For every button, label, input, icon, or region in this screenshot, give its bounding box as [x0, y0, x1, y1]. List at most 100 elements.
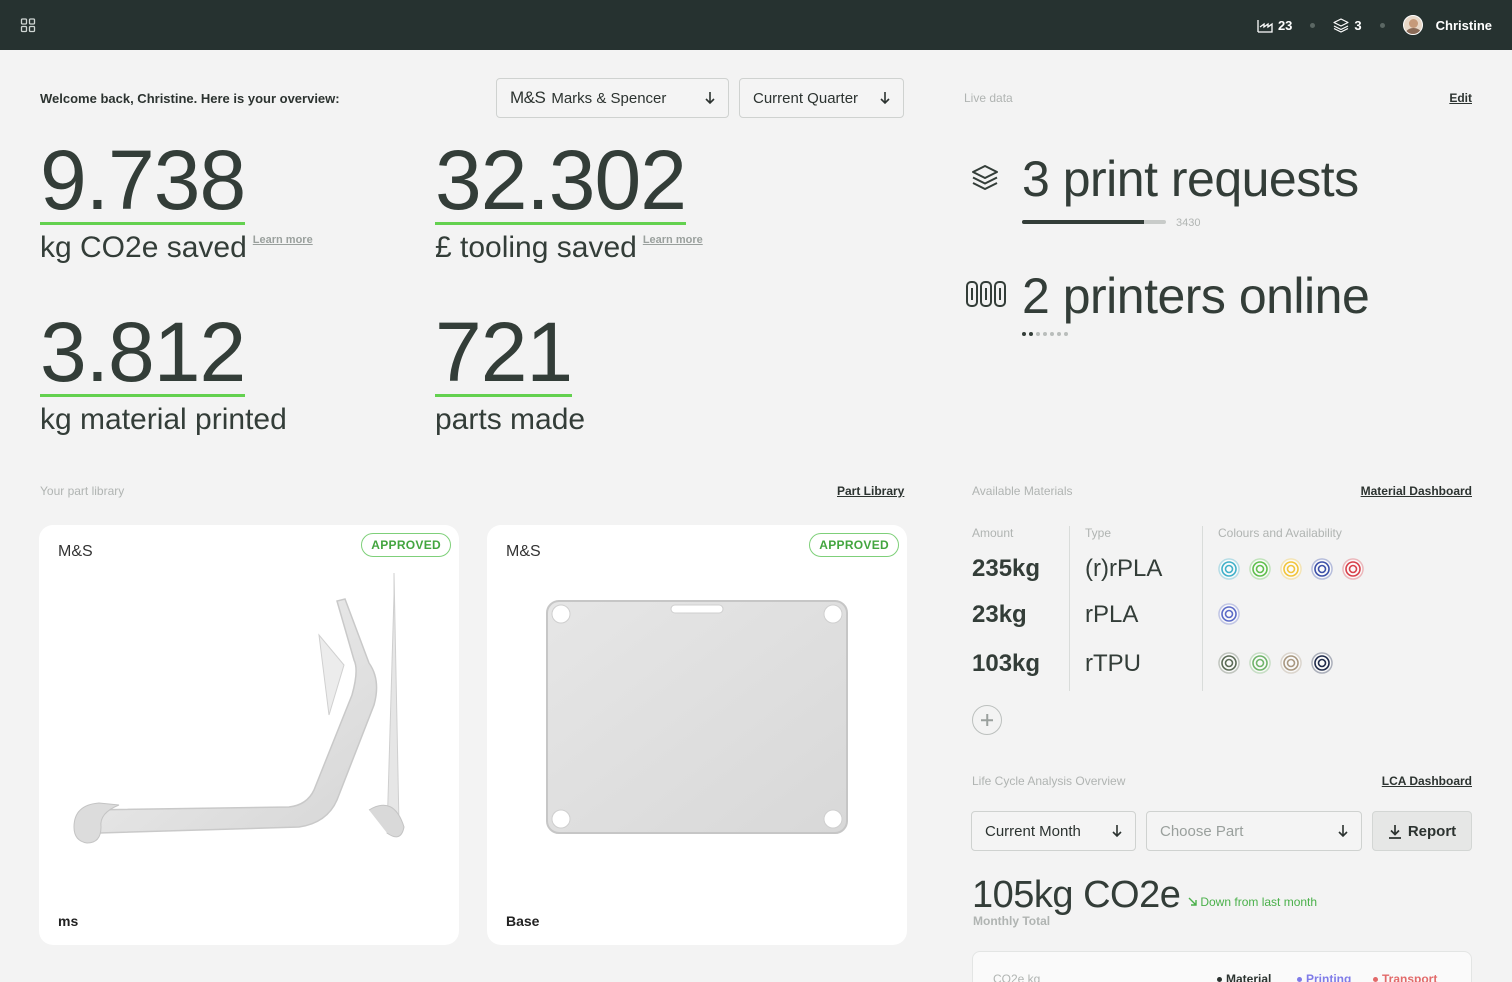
part-card[interactable]: M&S APPROVED Base	[487, 525, 907, 945]
part-render-image	[73, 572, 405, 844]
divider	[1202, 526, 1203, 691]
stat-tooling-saved: 32.302 £ tooling saved Learn more	[435, 138, 703, 265]
part-card[interactable]: M&S APPROVED ms	[39, 525, 459, 945]
avatar	[1402, 15, 1423, 35]
part-name: ms	[58, 913, 79, 929]
printers-online-text: 2 printers online	[1022, 268, 1370, 324]
edit-link[interactable]: Edit	[1449, 91, 1472, 105]
material-dashboard-link[interactable]: Material Dashboard	[1361, 484, 1472, 498]
printer-status-dot	[1029, 332, 1033, 336]
prints-count-item[interactable]: 3	[1333, 17, 1362, 33]
stat-label: £ tooling saved	[435, 231, 637, 264]
colour-swatch[interactable]	[1311, 652, 1333, 674]
top-bar: 23 3 Christine	[0, 0, 1512, 50]
legend-transport: Transport	[1373, 972, 1437, 982]
lca-dashboard-link[interactable]: LCA Dashboard	[1382, 774, 1472, 788]
separator-dot	[1379, 22, 1385, 28]
colour-swatch[interactable]	[1218, 558, 1240, 580]
colour-swatch[interactable]	[1280, 652, 1302, 674]
part-select-placeholder: Choose Part	[1160, 822, 1244, 840]
report-label: Report	[1407, 822, 1457, 840]
lca-period-select[interactable]: Current Month	[971, 811, 1136, 851]
user-name: Christine	[1435, 17, 1492, 33]
legend-printing: Printing	[1297, 972, 1351, 982]
arrow-down-right-icon	[1188, 897, 1197, 906]
trend-text: Down from last month	[1200, 895, 1318, 909]
printer-status-dot	[1057, 332, 1061, 336]
learn-more-link[interactable]: Learn more	[643, 234, 703, 246]
part-brand: M&S	[506, 543, 541, 560]
add-material-button[interactable]	[972, 705, 1002, 735]
arrow-down-icon	[705, 92, 715, 105]
printer-status-dots	[1022, 332, 1068, 336]
material-amount: 235kg	[972, 555, 1041, 582]
stat-co2-saved: 9.738 kg CO2e saved Learn more	[40, 138, 313, 265]
material-type: (r)rPLA	[1085, 555, 1163, 582]
chart-y-label: CO2e kg	[993, 972, 1041, 982]
divider	[1069, 526, 1070, 691]
material-amount: 23kg	[972, 601, 1027, 628]
arrow-down-icon	[1338, 825, 1348, 838]
print-requests-max: 3430	[1176, 217, 1201, 229]
live-data-title: Live data	[964, 91, 1013, 105]
learn-more-link[interactable]: Learn more	[253, 234, 313, 246]
stat-label: kg CO2e saved	[40, 231, 247, 264]
col-amount-header: Amount	[972, 526, 1014, 540]
stat-parts-made: 721 parts made	[435, 310, 585, 437]
status-badge: APPROVED	[361, 533, 451, 557]
colour-swatch[interactable]	[1311, 558, 1333, 580]
stat-value: 9.738	[40, 133, 246, 227]
colour-swatch[interactable]	[1342, 558, 1364, 580]
material-type: rTPU	[1085, 650, 1141, 677]
brand-select[interactable]: M&S Marks & Spencer	[496, 78, 729, 118]
part-render-image	[546, 600, 848, 834]
legend-label: Printing	[1306, 972, 1352, 982]
printers-icon	[966, 281, 1006, 307]
material-amount: 103kg	[972, 650, 1041, 677]
factory-icon	[1257, 19, 1273, 33]
arrow-down-icon	[880, 92, 890, 105]
parts-count: 23	[1277, 17, 1293, 33]
user-menu[interactable]: Christine	[1402, 15, 1492, 35]
printer-status-dot	[1050, 332, 1054, 336]
stat-material-printed: 3.812 kg material printed	[40, 310, 287, 437]
colour-swatch[interactable]	[1249, 652, 1271, 674]
lca-monthly-total: 105kg CO2e	[972, 874, 1181, 916]
status-badge: APPROVED	[809, 533, 899, 557]
printer-status-dot	[1022, 332, 1026, 336]
lca-period-value: Current Month	[985, 822, 1081, 840]
printer-status-dot	[1043, 332, 1047, 336]
colour-swatch[interactable]	[1280, 558, 1302, 580]
welcome-message: Welcome back, Christine. Here is your ov…	[40, 91, 340, 106]
brand-logo: M&S	[510, 88, 546, 107]
part-library-link[interactable]: Part Library	[837, 484, 904, 498]
col-colours-header: Colours and Availability	[1218, 526, 1342, 540]
stat-value: 721	[435, 305, 573, 399]
materials-title: Available Materials	[972, 484, 1073, 498]
part-library-title: Your part library	[40, 484, 125, 498]
brand-select-value: Marks & Spencer	[551, 89, 667, 107]
stat-value: 3.812	[40, 305, 246, 399]
part-brand: M&S	[58, 543, 93, 560]
colour-swatch[interactable]	[1218, 603, 1240, 625]
part-select[interactable]: Choose Part	[1146, 811, 1362, 851]
parts-count-item[interactable]: 23	[1257, 18, 1292, 33]
layers-icon	[1333, 17, 1350, 33]
download-icon	[1388, 824, 1401, 839]
col-type-header: Type	[1085, 526, 1112, 540]
colour-swatch[interactable]	[1249, 558, 1271, 580]
colour-swatch[interactable]	[1218, 652, 1240, 674]
period-select[interactable]: Current Quarter	[739, 78, 904, 118]
period-select-value: Current Quarter	[753, 89, 859, 107]
prints-count: 3	[1354, 17, 1362, 33]
separator-dot	[1310, 22, 1316, 28]
stat-value: 32.302	[435, 133, 687, 227]
layers-icon	[972, 165, 998, 190]
arrow-down-icon	[1112, 825, 1122, 838]
stat-label: kg material printed	[40, 403, 287, 436]
print-requests-text: 3 print requests	[1022, 151, 1359, 207]
lca-subtitle: Monthly Total	[973, 914, 1051, 928]
report-button[interactable]: Report	[1372, 811, 1472, 851]
apps-grid-icon[interactable]	[20, 17, 36, 33]
print-requests-progress	[1022, 220, 1166, 224]
